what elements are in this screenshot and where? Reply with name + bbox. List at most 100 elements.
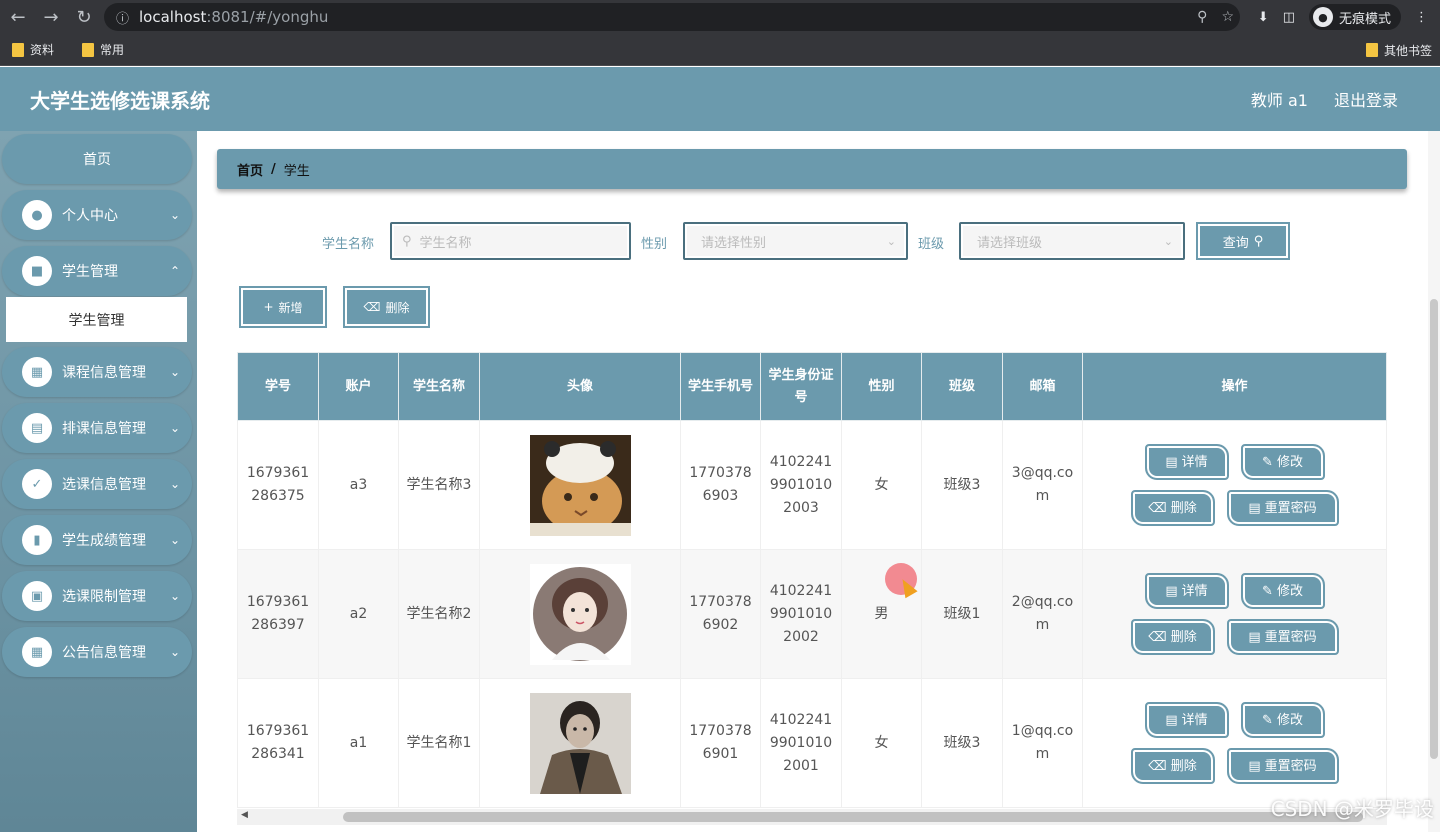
- table-row: 1679361286341 a1 学生名称1 17703786901 41022…: [237, 678, 1387, 808]
- other-bookmarks[interactable]: 其他书签: [1365, 34, 1432, 66]
- column-header: 账户: [318, 352, 399, 421]
- column-header: 班级: [921, 352, 1003, 421]
- chevron-up-icon: ⌃: [169, 264, 180, 278]
- star-icon[interactable]: ☆: [1221, 9, 1234, 25]
- user-icon: ●: [22, 200, 52, 230]
- chevron-down-icon: ⌄: [169, 589, 180, 603]
- folder-icon: [82, 42, 95, 57]
- cell-id: 1679361286397: [237, 549, 319, 679]
- chevron-down-icon: ⌄: [169, 533, 180, 547]
- sidebar-item-selection[interactable]: ✓ 选课信息管理 ⌄: [2, 459, 192, 509]
- search-icon: ⚲: [1253, 233, 1264, 249]
- column-header: 头像: [479, 352, 681, 421]
- delete-button[interactable]: ⌫ 删除: [1130, 619, 1215, 655]
- edit-button[interactable]: ✎ 修改: [1240, 702, 1325, 738]
- back-icon[interactable]: ←: [3, 2, 33, 32]
- document-icon: ▤: [1165, 454, 1178, 470]
- sidebar-item-grades[interactable]: ▮ 学生成绩管理 ⌄: [2, 515, 192, 565]
- reset-password-button[interactable]: ▤ 重置密码: [1226, 748, 1339, 784]
- cell-email: 2@qq.com: [1002, 549, 1083, 679]
- cell-class: 班级3: [921, 420, 1003, 550]
- sidebar-subitem-student-management[interactable]: 学生管理: [6, 297, 187, 342]
- table-row: 1679361286397 a2 学生名称2 17703786902 41022…: [237, 549, 1387, 679]
- folder-icon: [1365, 43, 1378, 57]
- cell-account: a1: [318, 678, 399, 808]
- scroll-left-icon[interactable]: ◀: [241, 810, 248, 820]
- app-header: 大学生选修选课系统 教师 a1 退出登录: [0, 67, 1440, 131]
- sidebar: 首页 ● 个人中心 ⌄ ■ 学生管理 ⌃ 学生管理 ▦ 课程信息管理 ⌄ ▤ 排…: [0, 131, 197, 832]
- address-bar[interactable]: ⓘ localhost:8081/#/yonghu ⚲ ☆: [104, 3, 1240, 31]
- download-icon[interactable]: ⬇: [1258, 10, 1269, 25]
- sidebar-item-courses[interactable]: ▦ 课程信息管理 ⌄: [2, 347, 192, 397]
- trash-icon: ⌫: [1148, 500, 1167, 516]
- bookmark-folder[interactable]: 常用: [82, 41, 124, 58]
- url-host: localhost: [139, 8, 207, 26]
- cell-email: 3@qq.com: [1002, 420, 1083, 550]
- search-icon: ⚲: [402, 233, 412, 249]
- key-icon[interactable]: ⚲: [1197, 9, 1207, 25]
- chevron-down-icon: ⌄: [169, 645, 180, 659]
- detail-button[interactable]: ▤ 详情: [1144, 702, 1229, 738]
- cell-id: 1679361286341: [237, 678, 319, 808]
- scrollbar-thumb[interactable]: [1430, 299, 1438, 759]
- forward-icon[interactable]: →: [36, 2, 66, 32]
- pencil-icon: ✎: [1262, 712, 1273, 728]
- class-select[interactable]: 请选择班级 ⌄: [959, 222, 1185, 260]
- avatar: [529, 692, 631, 794]
- sidepanel-icon[interactable]: ◫: [1283, 10, 1295, 25]
- reload-icon[interactable]: ↻: [69, 2, 99, 32]
- sidebar-item-home[interactable]: 首页: [2, 134, 192, 184]
- delete-button[interactable]: ⌫ 删除: [1130, 748, 1215, 784]
- horizontal-scrollbar[interactable]: ◀: [237, 809, 1387, 825]
- column-header: 操作: [1082, 352, 1387, 421]
- app-title: 大学生选修选课系统: [30, 88, 210, 113]
- sidebar-item-students[interactable]: ■ 学生管理 ⌃: [2, 246, 192, 296]
- info-icon[interactable]: ⓘ: [116, 8, 129, 27]
- document-icon: ▤: [1165, 583, 1178, 599]
- student-table: 学号 账户 学生名称 头像 学生手机号 学生身份证号 性别 班级 邮箱 操作 1…: [237, 352, 1387, 832]
- sidebar-item-schedule[interactable]: ▤ 排课信息管理 ⌄: [2, 403, 192, 453]
- delete-button[interactable]: ⌫ 删除: [1130, 490, 1215, 526]
- chevron-down-icon: ⌄: [1163, 234, 1173, 248]
- chevron-down-icon: ⌄: [169, 477, 180, 491]
- search-form: 学生名称 ⚲ 学生名称 性别 请选择性别 ⌄ 班级 请选择班级 ⌄ 查询 ⚲: [237, 219, 1397, 263]
- bookmark-folder[interactable]: 资料: [12, 41, 54, 58]
- grid-icon: ▦: [22, 357, 52, 387]
- cell-idcard: 410224199010102003: [760, 420, 842, 550]
- incognito-label: 无痕模式: [1338, 11, 1391, 27]
- grid-icon: ▦: [22, 637, 52, 667]
- logout-link[interactable]: 退出登录: [1334, 87, 1398, 111]
- bar-chart-icon: ▮: [22, 525, 52, 555]
- url-path: :8081/#/yonghu: [206, 8, 329, 26]
- pencil-icon: ✎: [1262, 583, 1273, 599]
- breadcrumb-home[interactable]: 首页: [237, 160, 263, 179]
- incognito-badge[interactable]: ● 无痕模式: [1308, 4, 1401, 30]
- breadcrumb-separator: /: [271, 161, 276, 177]
- reset-password-button[interactable]: ▤ 重置密码: [1226, 490, 1339, 526]
- class-label: 班级: [918, 237, 945, 252]
- column-header: 学生身份证号: [760, 352, 842, 421]
- query-button[interactable]: 查询 ⚲: [1196, 222, 1290, 260]
- detail-button[interactable]: ▤ 详情: [1144, 573, 1229, 609]
- sidebar-item-notices[interactable]: ▦ 公告信息管理 ⌄: [2, 627, 192, 677]
- edit-button[interactable]: ✎ 修改: [1240, 573, 1325, 609]
- menu-icon[interactable]: ⋮: [1415, 10, 1428, 25]
- sidebar-item-limits[interactable]: ▣ 选课限制管理 ⌄: [2, 571, 192, 621]
- detail-button[interactable]: ▤ 详情: [1144, 444, 1229, 480]
- batch-delete-button[interactable]: ⌫ 删除: [343, 286, 430, 328]
- cell-phone: 17703786902: [680, 549, 761, 679]
- add-button[interactable]: + 新增: [239, 286, 327, 328]
- document-icon: ▤: [1165, 712, 1178, 728]
- cell-name: 学生名称2: [398, 549, 480, 679]
- cell-idcard: 410224199010102001: [760, 678, 842, 808]
- cell-account: a2: [318, 549, 399, 679]
- edit-button[interactable]: ✎ 修改: [1240, 444, 1325, 480]
- sidebar-item-profile[interactable]: ● 个人中心 ⌄: [2, 190, 192, 240]
- column-header: 性别: [841, 352, 922, 421]
- gender-select[interactable]: 请选择性别 ⌄: [683, 222, 908, 260]
- vertical-scrollbar[interactable]: [1428, 131, 1440, 832]
- cell-id: 1679361286375: [237, 420, 319, 550]
- reset-password-button[interactable]: ▤ 重置密码: [1226, 619, 1339, 655]
- name-search-input[interactable]: ⚲ 学生名称: [390, 222, 631, 260]
- scrollbar-thumb[interactable]: [343, 812, 1363, 822]
